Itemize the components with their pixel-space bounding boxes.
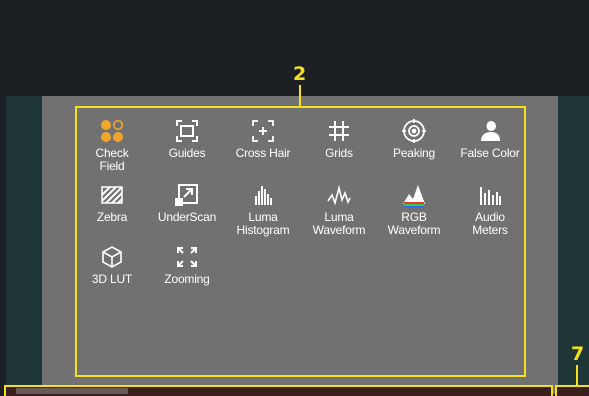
tool-check-field[interactable]: Check Field bbox=[76, 118, 148, 173]
tool-luma-histogram[interactable]: Luma Histogram bbox=[227, 182, 299, 237]
tool-label: Zebra bbox=[96, 210, 128, 224]
tool-label: Check Field bbox=[95, 146, 129, 173]
luma-waveform-icon bbox=[326, 182, 352, 208]
tool-grids[interactable]: Grids bbox=[303, 118, 375, 160]
callout-leader-side bbox=[576, 365, 578, 386]
tool-peaking[interactable]: Peaking bbox=[378, 118, 450, 160]
side-callout-box bbox=[555, 385, 589, 396]
check-field-icon bbox=[99, 118, 125, 144]
callout-number-panel: 2 bbox=[293, 63, 307, 85]
tool-label: Guides bbox=[168, 146, 206, 160]
zooming-icon bbox=[174, 244, 200, 270]
tool-zebra[interactable]: Zebra bbox=[76, 182, 148, 224]
tool-luma-waveform[interactable]: Luma Waveform bbox=[303, 182, 375, 237]
tool-label: RGB Waveform bbox=[387, 210, 441, 237]
tool-label: Grids bbox=[325, 146, 353, 160]
audio-meters-icon bbox=[477, 182, 503, 208]
tool-label: Audio Meters bbox=[472, 210, 508, 237]
tool-cross-hair[interactable]: Cross Hair bbox=[227, 118, 299, 160]
guides-icon bbox=[174, 118, 200, 144]
tool-audio-meters[interactable]: Audio Meters bbox=[454, 182, 526, 237]
peaking-icon bbox=[401, 118, 427, 144]
callout-leader-panel bbox=[299, 85, 301, 107]
tool-label: Zooming bbox=[164, 272, 210, 286]
underscan-icon bbox=[174, 182, 200, 208]
cross-hair-icon bbox=[250, 118, 276, 144]
bottom-tab[interactable] bbox=[16, 388, 128, 394]
tool-label: 3D LUT bbox=[91, 272, 133, 286]
tool-guides[interactable]: Guides bbox=[151, 118, 223, 160]
tool-label: Luma Waveform bbox=[312, 210, 366, 237]
tool-false-color[interactable]: False Color bbox=[454, 118, 526, 160]
tool-rgb-waveform[interactable]: RGB Waveform bbox=[378, 182, 450, 237]
tool-underscan[interactable]: UnderScan bbox=[151, 182, 223, 224]
luma-histogram-icon bbox=[250, 182, 276, 208]
tool-label: Peaking bbox=[393, 146, 435, 160]
tool-zooming[interactable]: Zooming bbox=[151, 244, 223, 286]
left-side-panel bbox=[6, 96, 42, 394]
3d-lut-icon bbox=[99, 244, 125, 270]
tool-label: Luma Histogram bbox=[236, 210, 290, 237]
rgb-waveform-icon bbox=[401, 182, 427, 208]
callout-number-side: 7 bbox=[571, 343, 585, 365]
false-color-icon bbox=[477, 118, 503, 144]
tool-label: UnderScan bbox=[157, 210, 217, 224]
grids-icon bbox=[326, 118, 352, 144]
zebra-icon bbox=[99, 182, 125, 208]
tool-3d-lut[interactable]: 3D LUT bbox=[76, 244, 148, 286]
tool-label: Cross Hair bbox=[235, 146, 291, 160]
tool-label: False Color bbox=[460, 146, 520, 160]
